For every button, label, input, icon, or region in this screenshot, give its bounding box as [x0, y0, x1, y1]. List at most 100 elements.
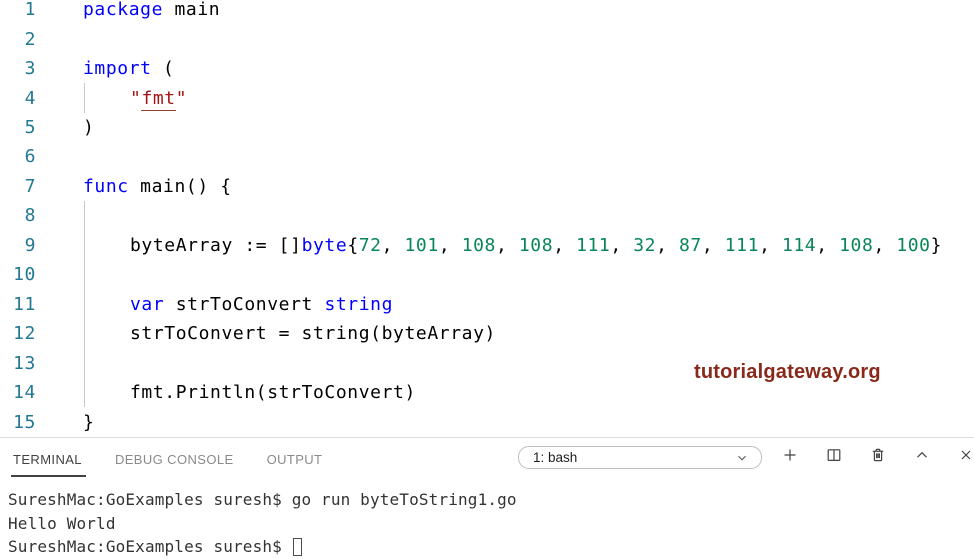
terminal-output[interactable]: SureshMac:GoExamples suresh$ go run byte…: [0, 480, 974, 559]
line-content: import (: [83, 58, 175, 79]
code-line[interactable]: 4 "fmt": [0, 83, 974, 113]
code-token: var: [130, 293, 165, 315]
code-token: 72: [358, 234, 382, 256]
code-token: ,: [759, 234, 782, 256]
line-number: 15: [13, 411, 36, 433]
code-token: ,: [873, 234, 897, 256]
code-token: func: [83, 175, 129, 197]
line-number: 2: [24, 28, 36, 50]
code-token: byteArray := []: [130, 234, 302, 256]
line-number: 12: [13, 323, 36, 345]
terminal-panel: TERMINAL DEBUG CONSOLE OUTPUT SureshMac:…: [0, 437, 974, 559]
indent-guide: [84, 318, 85, 349]
terminal-line-text: SureshMac:GoExamples suresh$: [8, 537, 292, 556]
code-token: 32: [633, 234, 657, 256]
line-content: "fmt": [83, 87, 188, 111]
code-token: package: [83, 0, 164, 21]
panel-tab-debug-console[interactable]: DEBUG CONSOLE: [115, 438, 234, 480]
code-token: ,: [553, 234, 577, 256]
terminal-line: Hello World: [8, 512, 974, 536]
code-line[interactable]: 10: [0, 260, 974, 290]
code-token: 87: [679, 234, 702, 256]
code-line[interactable]: 8: [0, 201, 974, 231]
code-token: ,: [610, 234, 634, 256]
code-token: ": [130, 87, 142, 109]
code-token: 108: [839, 234, 874, 256]
code-line[interactable]: 7 func main() {: [0, 172, 974, 201]
code-token: 111: [576, 234, 611, 256]
line-content: ): [83, 117, 94, 138]
code-token: ,: [438, 234, 462, 256]
code-line[interactable]: 15}: [0, 407, 974, 436]
code-token: 111: [724, 234, 760, 256]
line-number: 8: [24, 205, 36, 227]
watermark: tutorialgateway.org: [694, 361, 881, 383]
code-token: import: [83, 58, 152, 80]
code-editor[interactable]: 1 package main 2 3 import (4 "fmt" 5) 6 7 func ma…: [0, 0, 974, 437]
panel-actions: [782, 447, 974, 463]
code-token: main: [163, 0, 221, 21]
code-token: ": [175, 87, 188, 109]
code-token: 100: [896, 234, 931, 256]
terminal-line-text: Hello World: [8, 513, 116, 533]
panel-tab-terminal[interactable]: TERMINAL: [11, 438, 86, 480]
line-number: 14: [13, 382, 36, 404]
code-line[interactable]: 6: [0, 142, 974, 171]
indent-guide: [84, 230, 85, 261]
code-token: ,: [656, 234, 679, 256]
indent-guide: [84, 377, 85, 408]
code-token: 108: [518, 234, 554, 256]
terminal-line-text: SureshMac:GoExamples suresh$ go run byte…: [8, 490, 517, 509]
line-number: 3: [24, 58, 36, 80]
terminal-cursor: [292, 538, 302, 556]
code-line[interactable]: 2: [0, 24, 974, 53]
indent-guide: [84, 289, 85, 319]
code-line[interactable]: 11 var strToConvert string: [0, 289, 974, 319]
code-line[interactable]: 1 package main: [0, 0, 974, 24]
line-number: 5: [24, 117, 36, 139]
line-number: 4: [24, 87, 36, 109]
panel-tab-output[interactable]: OUTPUT: [267, 438, 323, 480]
line-number: 9: [24, 234, 36, 256]
line-content: var strToConvert string: [83, 294, 393, 315]
code-token: ): [83, 117, 95, 139]
code-token: {: [347, 234, 359, 256]
code-token: ,: [496, 234, 519, 256]
line-number: 1: [24, 0, 36, 21]
code-token: }: [930, 234, 943, 256]
code-line[interactable]: 3 import (: [0, 54, 974, 83]
code-line[interactable]: 12 strToConvert = string(byteArray): [0, 318, 974, 349]
line-content: fmt.Println(strToConvert): [83, 382, 416, 403]
code-line[interactable]: 9 byteArray := []byte{72, 101, 108, 108, …: [0, 230, 974, 261]
trash-icon[interactable]: [870, 447, 886, 463]
code-token: 101: [404, 234, 439, 256]
indent-guide: [84, 201, 85, 231]
code-token: }: [83, 411, 95, 433]
split-terminal-icon[interactable]: [826, 447, 842, 463]
terminal-line: SureshMac:GoExamples suresh$: [8, 535, 974, 559]
line-content: func main() {: [83, 176, 232, 197]
chevron-up-icon[interactable]: [914, 447, 930, 463]
line-number: 13: [13, 352, 36, 374]
code-token: ,: [701, 234, 725, 256]
indent-guide: [84, 83, 85, 113]
line-content: package main: [83, 0, 220, 20]
code-token: 108: [461, 234, 496, 256]
panel-header: TERMINAL DEBUG CONSOLE OUTPUT: [0, 438, 974, 480]
line-content: byteArray := []byte{72, 101, 108, 108, 1…: [83, 235, 942, 256]
code-token: main() {: [128, 175, 232, 197]
terminal-line: SureshMac:GoExamples suresh$ go run byte…: [8, 488, 974, 512]
line-content: }: [83, 412, 94, 433]
code-token: fmt.Println(strToConvert): [130, 382, 416, 404]
chevron-down-icon: [735, 451, 749, 465]
code-token: ,: [816, 234, 840, 256]
vscode-window: 1 package main 2 3 import (4 "fmt" 5) 6 7 func ma…: [0, 0, 974, 559]
plus-icon[interactable]: [782, 447, 798, 463]
code-token: strToConvert: [164, 293, 325, 315]
terminal-selector[interactable]: 1: bash: [518, 446, 762, 469]
code-token: fmt: [141, 87, 176, 111]
close-icon[interactable]: [958, 447, 974, 463]
line-number: 11: [13, 293, 36, 315]
line-content: strToConvert = string(byteArray): [83, 323, 496, 344]
code-line[interactable]: 5): [0, 113, 974, 142]
